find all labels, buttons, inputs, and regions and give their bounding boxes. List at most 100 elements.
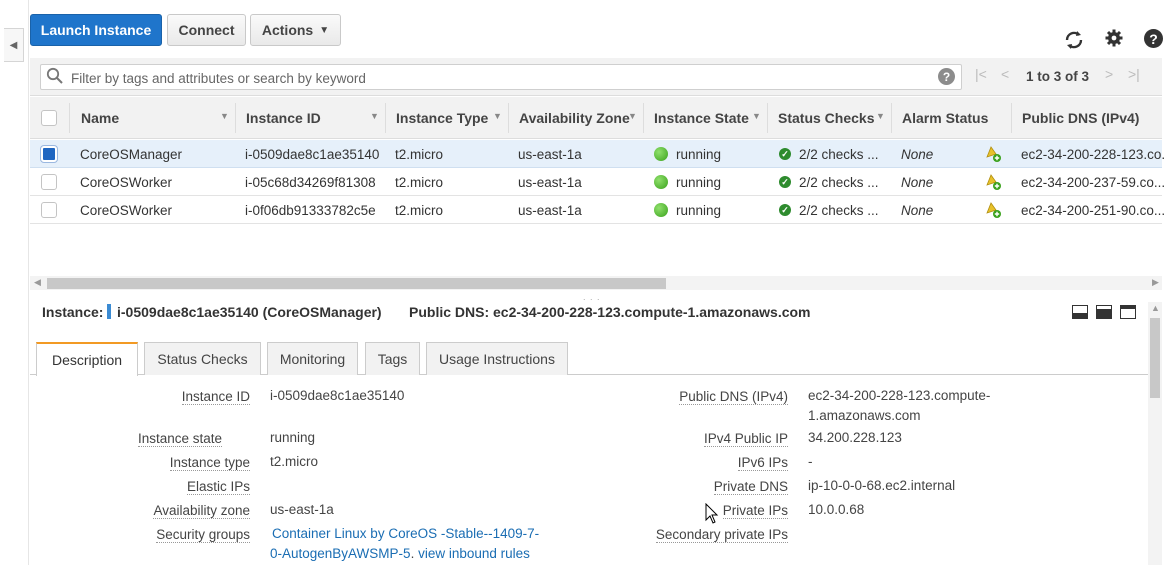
add-alarm-icon[interactable] [984,173,1002,191]
tab-description[interactable]: Description [36,342,138,376]
search-icon [46,67,63,84]
pagination-text: 1 to 3 of 3 [1026,69,1090,84]
column-header-availability-zone[interactable]: Availability Zone [519,110,630,126]
tab-monitoring[interactable]: Monitoring [267,342,358,375]
row-checkbox[interactable] [41,174,57,190]
add-alarm-icon[interactable] [984,201,1002,219]
column-divider [767,103,768,133]
search-help-icon[interactable]: ? [938,68,955,85]
field-label: Instance state [137,431,222,447]
connect-button[interactable]: Connect [167,14,246,46]
tab-usage-instructions[interactable]: Usage Instructions [426,342,568,375]
public-dns-header: Public DNS: ec2-34-200-228-123.compute-1… [409,304,811,320]
refresh-icon[interactable] [1063,29,1085,51]
launch-instance-button[interactable]: Launch Instance [30,14,162,46]
sort-icon[interactable]: ▼ [752,111,761,121]
row-instance-id: i-0509dae8c1ae35140 [245,147,380,162]
check-icon: ✓ [779,176,791,188]
last-page-icon[interactable]: >| [1128,66,1140,82]
scrollbar-thumb[interactable] [1150,318,1160,398]
scrollbar-thumb[interactable] [47,278,666,289]
scroll-left-icon[interactable]: ◀ [34,277,41,288]
row-name: CoreOSWorker [80,175,173,190]
field-label: IPv4 Public IP [703,431,788,447]
scroll-up-icon[interactable]: ▲ [1151,303,1160,313]
row-status-checks: 2/2 checks ... [799,147,879,162]
row-public-dns: ec2-34-200-251-90.co... [1021,203,1166,218]
column-divider [891,103,892,133]
field-label: Availability zone [153,503,250,519]
column-header-status-checks[interactable]: Status Checks [778,110,874,126]
row-instance-state: running [676,147,722,162]
row-instance-state: running [676,175,722,190]
row-status-checks: 2/2 checks ... [799,203,879,218]
field-value: 34.200.228.123 [808,430,902,445]
column-divider [1011,103,1012,133]
chevron-down-icon: ▼ [319,24,330,36]
row-checkbox[interactable] [41,202,57,218]
sort-icon[interactable]: ▼ [628,111,637,121]
row-availability-zone: us-east-1a [518,175,582,190]
column-header-name[interactable]: Name [81,110,119,126]
next-page-icon[interactable]: > [1105,66,1113,82]
column-header-instance-id[interactable]: Instance ID [246,110,321,126]
tab-status-checks[interactable]: Status Checks [144,342,261,375]
search-input[interactable] [69,68,933,88]
field-value: t2.micro [270,454,319,469]
panel-layout-icons[interactable] [1072,305,1136,319]
row-name: CoreOSWorker [80,203,173,218]
field-value: i-0509dae8c1ae35140 [270,388,405,403]
actions-button[interactable]: Actions ▼ [250,14,341,46]
field-label: Instance ID [181,389,250,405]
column-header-instance-state[interactable]: Instance State [654,110,749,126]
security-group-link[interactable]: 0-AutogenByAWSMP-5 [270,546,411,561]
divider [28,0,29,565]
row-instance-state: running [676,203,722,218]
row-checkbox[interactable] [41,146,57,162]
field-label: Private IPs [722,503,788,519]
column-header-alarm-status[interactable]: Alarm Status [902,110,988,126]
running-status-icon [654,203,668,217]
field-label: Secondary private IPs [655,527,788,543]
scroll-right-icon[interactable]: ▶ [1152,277,1159,288]
column-divider [508,103,509,133]
field-value: ec2-34-200-228-123.compute- [808,388,991,403]
sort-icon[interactable]: ▼ [493,111,502,121]
column-header-instance-type[interactable]: Instance Type [396,110,488,126]
running-status-icon [654,147,668,161]
sort-icon[interactable]: ▼ [876,111,885,121]
instance-label: Instance: [42,304,104,320]
row-name: CoreOSManager [80,147,183,162]
running-status-icon [654,175,668,189]
field-label: Public DNS (IPv4) [679,389,788,405]
resize-handle[interactable]: . . . [583,292,601,302]
row-instance-type: t2.micro [395,147,444,162]
column-header-public-dns[interactable]: Public DNS (IPv4) [1022,110,1139,126]
field-label: Security groups [156,527,250,543]
check-icon: ✓ [779,204,791,216]
collapse-sidebar-button[interactable]: ◀ [4,28,24,62]
field-value: us-east-1a [270,502,334,517]
column-divider [235,103,236,133]
select-all-checkbox[interactable] [41,110,57,126]
security-group-link[interactable]: Container Linux by CoreOS -Stable--1409-… [272,526,539,541]
sort-icon[interactable]: ▼ [220,111,229,121]
prev-page-icon[interactable]: < [1001,66,1009,82]
actions-label: Actions [261,22,314,38]
first-page-icon[interactable]: |< [975,66,987,82]
row-alarm-status: None [901,203,934,218]
check-icon: ✓ [779,148,791,160]
field-label: Elastic IPs [186,479,250,495]
search-box [40,64,962,90]
tab-tags[interactable]: Tags [365,342,420,375]
row-instance-id: i-0f06db91333782c5e [245,203,376,218]
gear-icon[interactable] [1105,29,1123,47]
help-icon[interactable]: ? [1144,29,1163,48]
view-inbound-rules-link[interactable]: view inbound rules [418,546,530,561]
column-divider [385,103,386,133]
field-label: IPv6 IPs [737,455,788,471]
row-status-checks: 2/2 checks ... [799,175,879,190]
add-alarm-icon[interactable] [984,145,1002,163]
separator: . [410,546,419,561]
sort-icon[interactable]: ▼ [370,111,379,121]
